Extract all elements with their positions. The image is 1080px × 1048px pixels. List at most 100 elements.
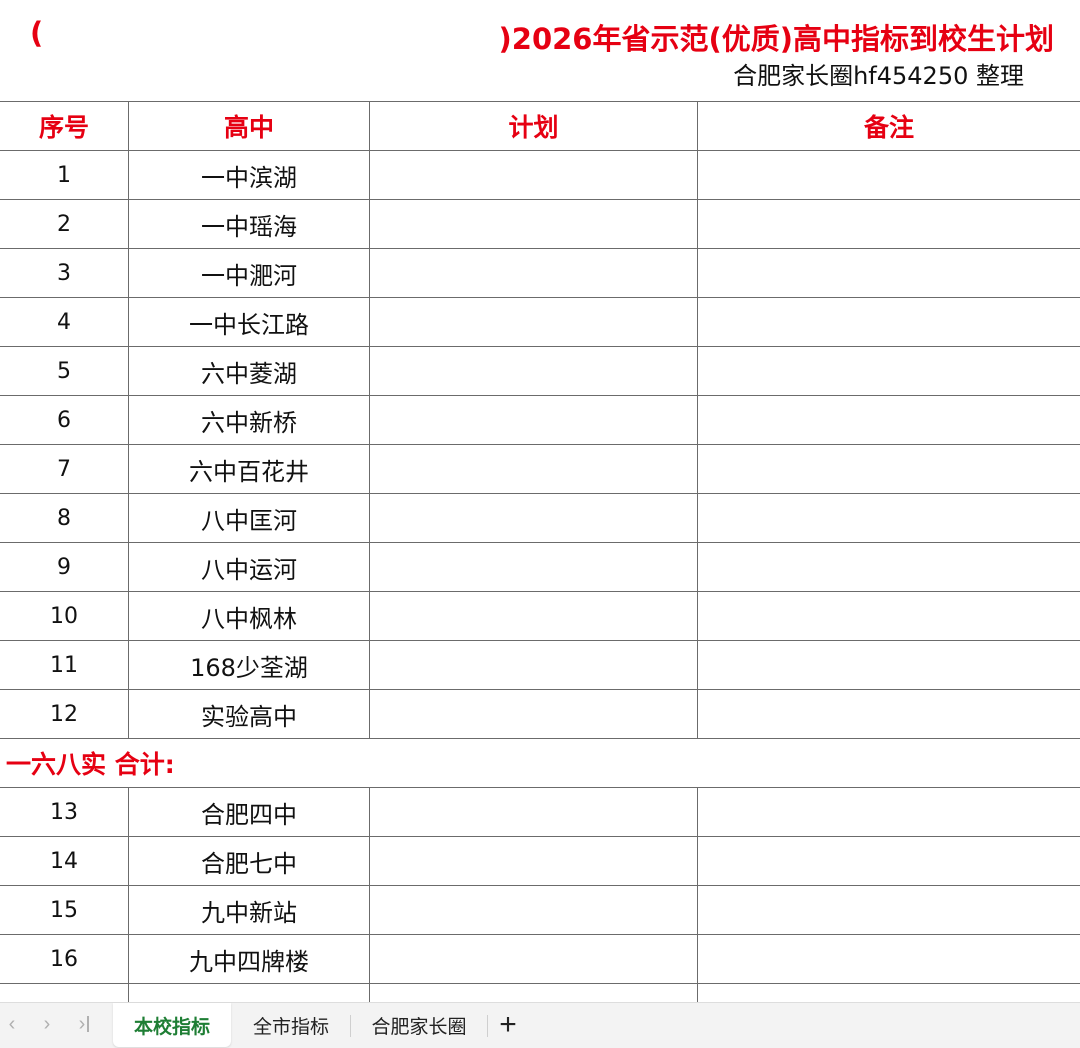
sheet-title[interactable]: ( )2026年省示范(优质)高中指标到校生计划 [0,14,1062,58]
table-row: 15 九中新站 [0,886,1080,935]
cell-school[interactable] [129,984,370,1002]
table-row: 4 一中长江路 [0,298,1080,347]
subtotal-row: 一六八实 合计: [0,739,1080,788]
cell-school[interactable]: 168少荃湖 [129,641,370,689]
cell-note[interactable] [698,298,1080,346]
subtotal-cell[interactable]: 一六八实 合计: [0,739,1080,787]
sheet-subtitle[interactable]: 合肥家长圈hf454250 整理 [733,56,1024,91]
sheet-tab-bar: ‹ › › 本校指标 全市指标 合肥家长圈 + [0,1002,1080,1048]
table-row: 13 合肥四中 [0,788,1080,837]
cell-no[interactable]: 4 [0,298,129,346]
cell-school[interactable]: 六中新桥 [129,396,370,444]
header-cell-no[interactable]: 序号 [0,102,129,150]
cell-school[interactable]: 一中瑶海 [129,200,370,248]
cell-no[interactable]: 1 [0,151,129,199]
cell-plan[interactable] [370,788,698,836]
header-cell-plan[interactable]: 计划 [370,102,698,150]
cell-note[interactable] [698,788,1080,836]
title-left-paren: ( [30,16,44,50]
tab-this-school[interactable]: 本校指标 [113,1003,231,1047]
cell-no[interactable]: 5 [0,347,129,395]
cell-note[interactable] [698,494,1080,542]
add-sheet-icon[interactable]: + [494,1008,522,1041]
cell-plan[interactable] [370,249,698,297]
table-row: 1 一中滨湖 [0,151,1080,200]
header-cell-note[interactable]: 备注 [698,102,1080,150]
cell-plan[interactable] [370,494,698,542]
cell-plan[interactable] [370,445,698,493]
cell-plan[interactable] [370,984,698,1002]
cell-no[interactable]: 16 [0,935,129,983]
cell-school[interactable]: 九中新站 [129,886,370,934]
cell-school[interactable]: 八中运河 [129,543,370,591]
cell-no[interactable]: 7 [0,445,129,493]
chevron-right-icon[interactable]: › [35,1011,59,1037]
chevron-left-icon[interactable]: ‹ [0,1011,24,1037]
cell-note[interactable] [698,592,1080,640]
cell-no[interactable]: 8 [0,494,129,542]
cell-note[interactable] [698,641,1080,689]
cell-note[interactable] [698,200,1080,248]
cell-school[interactable]: 一中长江路 [129,298,370,346]
cell-no[interactable]: 9 [0,543,129,591]
title-text: )2026年省示范(优质)高中指标到校生计划 [498,22,1054,56]
cell-note[interactable] [698,396,1080,444]
cell-plan[interactable] [370,886,698,934]
cell-no[interactable]: 12 [0,690,129,738]
tab-parents-circle[interactable]: 合肥家长圈 [351,1003,487,1047]
table-row: 6 六中新桥 [0,396,1080,445]
cell-school[interactable]: 实验高中 [129,690,370,738]
last-sheet-icon[interactable]: › [72,1011,96,1037]
cell-note[interactable] [698,151,1080,199]
table-row: 2 一中瑶海 [0,200,1080,249]
table-body-group-b: 13 合肥四中 14 合肥七中 15 九中新站 16 九中四牌楼 [0,788,1080,984]
cell-no[interactable]: 15 [0,886,129,934]
cell-plan[interactable] [370,200,698,248]
cell-note[interactable] [698,543,1080,591]
header-cell-school[interactable]: 高中 [129,102,370,150]
table-body-group-a: 1 一中滨湖 2 一中瑶海 3 一中淝河 4 一中长江路 5 六中菱湖 6 六中新桥 7 六中百花井 8 八中… [0,151,1080,739]
cell-no[interactable]: 14 [0,837,129,885]
cell-school[interactable]: 六中菱湖 [129,347,370,395]
cell-school[interactable]: 六中百花井 [129,445,370,493]
cell-plan[interactable] [370,298,698,346]
cell-note[interactable] [698,935,1080,983]
cell-plan[interactable] [370,690,698,738]
table-row: 8 八中匡河 [0,494,1080,543]
cell-school[interactable]: 八中枫林 [129,592,370,640]
cell-school[interactable]: 一中淝河 [129,249,370,297]
cell-no[interactable]: 10 [0,592,129,640]
table-row: 3 一中淝河 [0,249,1080,298]
table-row: 11 168少荃湖 [0,641,1080,690]
cell-note[interactable] [698,984,1080,1002]
cell-plan[interactable] [370,837,698,885]
table-row: 5 六中菱湖 [0,347,1080,396]
cell-plan[interactable] [370,592,698,640]
cell-school[interactable]: 合肥七中 [129,837,370,885]
cell-plan[interactable] [370,641,698,689]
cell-plan[interactable] [370,543,698,591]
cell-no[interactable] [0,984,129,1002]
cell-plan[interactable] [370,347,698,395]
cell-no[interactable]: 11 [0,641,129,689]
cell-plan[interactable] [370,151,698,199]
cell-note[interactable] [698,347,1080,395]
table-row: 7 六中百花井 [0,445,1080,494]
cell-school[interactable]: 一中滨湖 [129,151,370,199]
tab-city[interactable]: 全市指标 [232,1003,350,1047]
cell-no[interactable]: 2 [0,200,129,248]
cell-plan[interactable] [370,396,698,444]
cell-note[interactable] [698,837,1080,885]
cell-note[interactable] [698,886,1080,934]
table-row: 14 合肥七中 [0,837,1080,886]
cell-plan[interactable] [370,935,698,983]
cell-school[interactable]: 八中匡河 [129,494,370,542]
cell-no[interactable]: 13 [0,788,129,836]
cell-note[interactable] [698,249,1080,297]
cell-school[interactable]: 合肥四中 [129,788,370,836]
cell-note[interactable] [698,445,1080,493]
cell-no[interactable]: 3 [0,249,129,297]
cell-note[interactable] [698,690,1080,738]
cell-no[interactable]: 6 [0,396,129,444]
cell-school[interactable]: 九中四牌楼 [129,935,370,983]
